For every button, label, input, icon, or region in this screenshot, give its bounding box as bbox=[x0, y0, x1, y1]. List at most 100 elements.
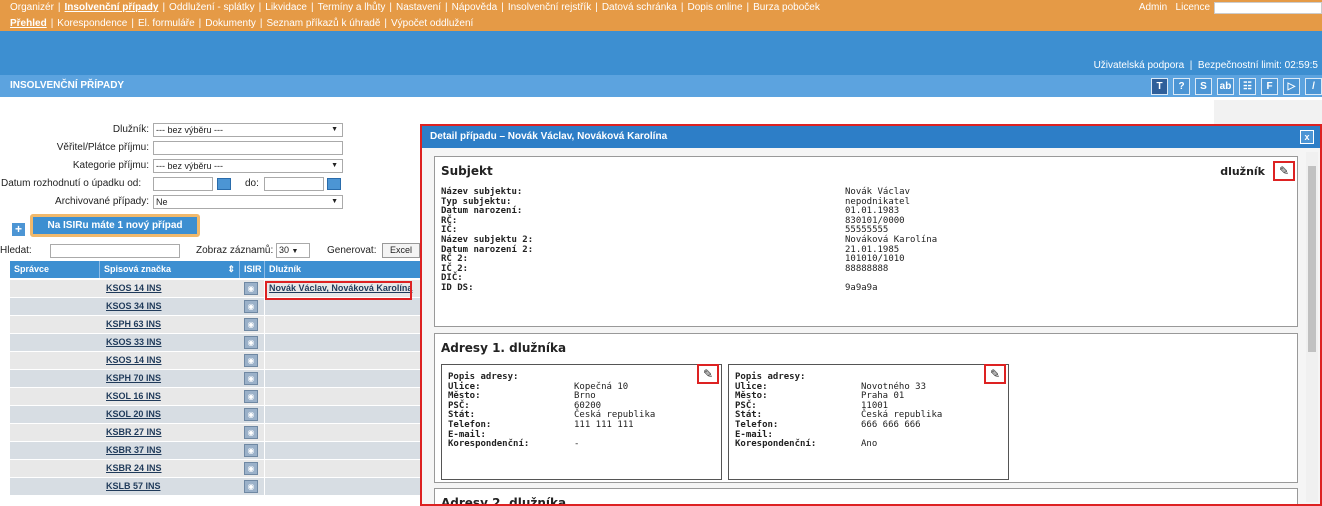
show-records-select[interactable]: 30 ▼ bbox=[276, 243, 310, 258]
search-input[interactable] bbox=[50, 244, 180, 258]
add-case-button[interactable]: + bbox=[12, 223, 25, 236]
table-row[interactable]: KSBR 27 INS ◉ bbox=[10, 424, 420, 441]
toolbar-button[interactable]: ☷ bbox=[1239, 78, 1256, 95]
dluznik-select[interactable]: --- bez výběru --- ▼ bbox=[153, 123, 343, 137]
top-menu-item[interactable]: Datová schránka bbox=[602, 2, 677, 13]
toolbar-button[interactable]: ab bbox=[1217, 78, 1234, 95]
spis-link[interactable]: KSOS 33 INS bbox=[100, 334, 240, 351]
eye-icon[interactable]: ◉ bbox=[244, 480, 258, 493]
datum-do-input[interactable] bbox=[264, 177, 324, 191]
eye-icon[interactable]: ◉ bbox=[244, 390, 258, 403]
calendar-icon[interactable] bbox=[327, 178, 341, 190]
eye-icon[interactable]: ◉ bbox=[244, 336, 258, 349]
dluznik-link[interactable] bbox=[265, 316, 420, 333]
sub-menu-item[interactable]: Seznam příkazů k úhradě bbox=[266, 18, 380, 29]
top-menu-item[interactable]: Likvidace bbox=[265, 2, 307, 13]
table-row[interactable]: KSOS 34 INS ◉ bbox=[10, 298, 420, 315]
spis-link[interactable]: KSOL 20 INS bbox=[100, 406, 240, 423]
eye-icon[interactable]: ◉ bbox=[244, 408, 258, 421]
spis-link[interactable]: KSBR 27 INS bbox=[100, 424, 240, 441]
top-menu-item[interactable]: Nastavení bbox=[396, 2, 441, 13]
close-icon[interactable]: x bbox=[1300, 130, 1314, 144]
toolbar-button[interactable]: F bbox=[1261, 78, 1278, 95]
top-menu-item[interactable]: Organizér bbox=[10, 2, 54, 13]
sub-menu-item[interactable]: Výpočet oddlužení bbox=[391, 18, 473, 29]
admin-search-input[interactable] bbox=[1214, 2, 1322, 14]
table-row[interactable]: KSLB 57 INS ◉ bbox=[10, 478, 420, 495]
admin-link[interactable]: Admin bbox=[1139, 2, 1167, 13]
eye-icon[interactable]: ◉ bbox=[244, 444, 258, 457]
spis-link[interactable]: KSBR 24 INS bbox=[100, 460, 240, 477]
top-menu-item[interactable]: Burza poboček bbox=[753, 2, 820, 13]
spis-link[interactable]: KSOS 14 INS bbox=[100, 352, 240, 369]
column-spravce[interactable]: Správce bbox=[10, 261, 100, 278]
spis-link[interactable]: KSOS 14 INS bbox=[100, 280, 240, 297]
table-row[interactable]: KSOL 20 INS ◉ bbox=[10, 406, 420, 423]
sub-menu-item[interactable]: Korespondence bbox=[57, 18, 127, 29]
spis-link[interactable]: KSLB 57 INS bbox=[100, 478, 240, 495]
table-row[interactable]: KSOS 33 INS ◉ bbox=[10, 334, 420, 351]
table-row[interactable]: KSOS 14 INS ◉ bbox=[10, 352, 420, 369]
toolbar-button[interactable]: S bbox=[1195, 78, 1212, 95]
licence-link[interactable]: Licence bbox=[1176, 2, 1210, 13]
toolbar-button[interactable]: ? bbox=[1173, 78, 1190, 95]
top-menu-item[interactable]: Dopis online bbox=[687, 2, 742, 13]
sub-menu-item[interactable]: El. formuláře bbox=[138, 18, 195, 29]
spis-link[interactable]: KSPH 63 INS bbox=[100, 316, 240, 333]
eye-icon[interactable]: ◉ bbox=[244, 372, 258, 385]
toolbar-button[interactable]: T bbox=[1151, 78, 1168, 95]
spis-link[interactable]: KSOL 16 INS bbox=[100, 388, 240, 405]
dluznik-link[interactable] bbox=[265, 334, 420, 351]
spis-link[interactable]: KSPH 70 INS bbox=[100, 370, 240, 387]
sort-icon[interactable]: ⇕ bbox=[227, 261, 235, 278]
support-link[interactable]: Uživatelská podpora bbox=[1094, 60, 1185, 71]
spravce-cell bbox=[10, 352, 100, 369]
table-row[interactable]: KSOL 16 INS ◉ bbox=[10, 388, 420, 405]
table-row[interactable]: KSBR 37 INS ◉ bbox=[10, 442, 420, 459]
edit-pencil-icon[interactable]: ✎ bbox=[984, 364, 1006, 384]
new-isir-case-button[interactable]: Na ISIRu máte 1 nový případ bbox=[30, 214, 200, 237]
dluznik-value: --- bez výběru --- bbox=[156, 125, 224, 135]
top-menu-item[interactable]: Nápověda bbox=[452, 2, 498, 13]
excel-button[interactable]: Excel bbox=[382, 243, 420, 258]
eye-icon[interactable]: ◉ bbox=[244, 354, 258, 367]
top-menu-item[interactable]: Insolvenční rejstřík bbox=[508, 2, 591, 13]
dluznik-link[interactable] bbox=[265, 370, 420, 387]
dluznik-link[interactable] bbox=[265, 442, 420, 459]
spis-link[interactable]: KSOS 34 INS bbox=[100, 298, 240, 315]
edit-pencil-icon[interactable]: ✎ bbox=[697, 364, 719, 384]
top-menu-item[interactable]: Oddlužení - splátky bbox=[169, 2, 255, 13]
top-menu-item[interactable]: Insolvenční případy bbox=[65, 2, 159, 13]
dluznik-link[interactable] bbox=[265, 424, 420, 441]
sub-menu-item[interactable]: Přehled bbox=[10, 18, 47, 29]
scrollbar-thumb[interactable] bbox=[1308, 166, 1316, 352]
dluznik-link[interactable] bbox=[265, 352, 420, 369]
eye-icon[interactable]: ◉ bbox=[244, 462, 258, 475]
eye-icon[interactable]: ◉ bbox=[244, 282, 258, 295]
edit-pencil-icon[interactable]: ✎ bbox=[1273, 161, 1295, 181]
dluznik-link[interactable] bbox=[265, 460, 420, 477]
archiv-select[interactable]: Ne ▼ bbox=[153, 195, 343, 209]
table-row[interactable]: KSPH 63 INS ◉ bbox=[10, 316, 420, 333]
column-dluznik[interactable]: Dlužník bbox=[265, 261, 420, 278]
datum-od-input[interactable] bbox=[153, 177, 213, 191]
dluznik-link[interactable] bbox=[265, 388, 420, 405]
column-isir[interactable]: ISIR bbox=[240, 261, 265, 278]
column-spis[interactable]: Spisová značka ⇕ bbox=[100, 261, 240, 278]
dluznik-link[interactable] bbox=[265, 478, 420, 495]
spis-link[interactable]: KSBR 37 INS bbox=[100, 442, 240, 459]
eye-icon[interactable]: ◉ bbox=[244, 426, 258, 439]
kategorie-select[interactable]: --- bez výběru --- ▼ bbox=[153, 159, 343, 173]
table-row[interactable]: KSPH 70 INS ◉ bbox=[10, 370, 420, 387]
calendar-icon[interactable] bbox=[217, 178, 231, 190]
sub-menu-item[interactable]: Dokumenty bbox=[205, 18, 256, 29]
eye-icon[interactable]: ◉ bbox=[244, 300, 258, 313]
top-menu-item[interactable]: Termíny a lhůty bbox=[318, 2, 386, 13]
dluznik-link[interactable] bbox=[265, 298, 420, 315]
eye-icon[interactable]: ◉ bbox=[244, 318, 258, 331]
veritel-input[interactable] bbox=[153, 141, 343, 155]
toolbar-button[interactable]: / bbox=[1305, 78, 1322, 95]
toolbar-button[interactable]: ▷ bbox=[1283, 78, 1300, 95]
table-row[interactable]: KSBR 24 INS ◉ bbox=[10, 460, 420, 477]
dluznik-link[interactable] bbox=[265, 406, 420, 423]
